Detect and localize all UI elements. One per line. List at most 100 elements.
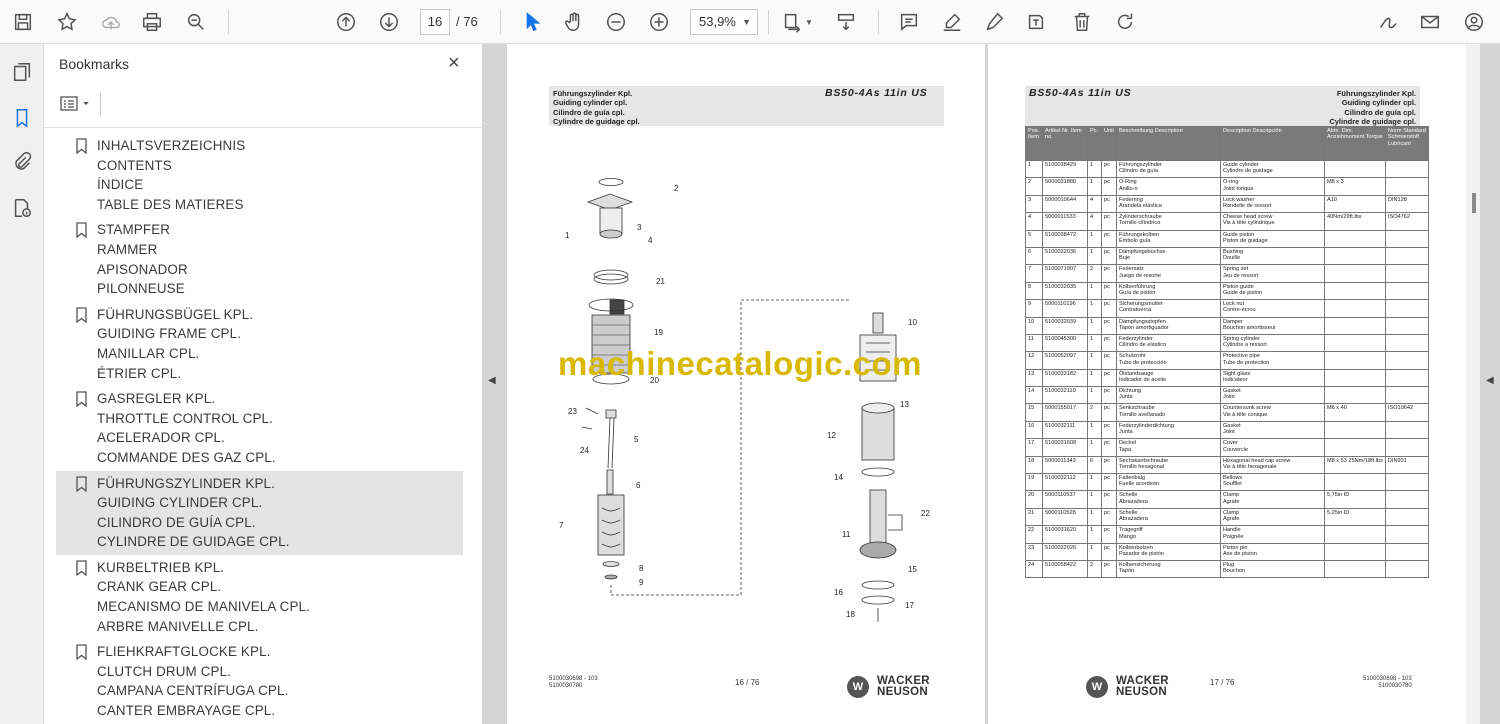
find-icon[interactable] xyxy=(182,8,210,36)
column-header: Pc. xyxy=(1087,126,1102,161)
cell-text: 5000110528 xyxy=(1045,509,1076,516)
zoom-in-icon[interactable] xyxy=(645,8,673,36)
cell-text: Cylindre de guidage xyxy=(1222,168,1273,175)
hand-tool-icon[interactable] xyxy=(560,8,588,36)
email-icon[interactable] xyxy=(1416,8,1444,36)
bookmark-options-button[interactable] xyxy=(58,92,98,116)
cell-text: 1 xyxy=(1090,440,1094,447)
cell-text: Tornillo avellanado xyxy=(1118,411,1166,418)
cell-text: Agrafe xyxy=(1222,498,1240,505)
chevron-down-icon[interactable]: ▼ xyxy=(802,8,816,36)
cell-text: ISO10642 xyxy=(1387,405,1414,412)
print-icon[interactable] xyxy=(138,8,166,36)
document-info-icon[interactable] xyxy=(8,194,36,222)
table-cell: 5100045300 xyxy=(1042,333,1088,353)
table-cell: Kolbenbolzen Pasador de pistón xyxy=(1115,542,1221,561)
delete-icon[interactable] xyxy=(1068,8,1096,36)
column-header: Pos. Item xyxy=(1025,126,1043,161)
bookmark-item[interactable]: FÜHRUNGSZYLINDER KPL. GUIDING CYLINDER CP… xyxy=(56,470,463,555)
table-cell: pc xyxy=(1101,403,1117,422)
collapse-left-icon[interactable]: ◀ xyxy=(488,375,496,386)
page-number-input[interactable]: 16 xyxy=(420,9,450,35)
table-cell: Deckel Tapa xyxy=(1115,438,1221,457)
header-line: Cylindre de guidage cpl. xyxy=(1329,116,1416,126)
bookmark-item[interactable]: STAMPFER RAMMER APISONADOR PILONNEUSE xyxy=(56,217,463,301)
callout-number: 7 xyxy=(559,521,564,530)
save-icon[interactable] xyxy=(9,8,37,36)
zoom-select[interactable]: 53,9% ▼ xyxy=(690,9,758,35)
footer-codes: 5100030698 - 103 5100030780 xyxy=(549,676,598,690)
callout-number: 21 xyxy=(656,277,665,286)
bookmark-label: MANILLAR CPL. xyxy=(97,345,200,361)
cell-text: pc xyxy=(1104,353,1110,360)
account-icon[interactable] xyxy=(1460,8,1488,36)
table-cell: 5100032035 xyxy=(1042,281,1088,301)
cell-text: pc xyxy=(1104,214,1110,221)
bookmark-label: GUIDING FRAME CPL. xyxy=(97,326,242,342)
table-cell: pc xyxy=(1101,333,1117,353)
table-cell xyxy=(1323,420,1386,440)
sign-icon[interactable] xyxy=(1374,8,1402,36)
parts-table: Pos. Item Artikel Nr. Item no. Pc. Unit Besc… xyxy=(1025,126,1429,579)
comment-icon[interactable] xyxy=(895,8,923,36)
collapse-right-icon[interactable]: ◀ xyxy=(1486,375,1494,386)
table-cell: 1 xyxy=(1087,281,1102,301)
zoom-out-icon[interactable] xyxy=(602,8,630,36)
table-cell: Federring Arandela elástica xyxy=(1115,194,1221,214)
bookmark-star-icon[interactable] xyxy=(53,8,81,36)
bookmark-item[interactable]: FLIEHKRAFTGLOCKE KPL. CLUTCH DRUM CPL. CAM… xyxy=(56,639,463,723)
bookmark-item[interactable]: GASREGLER KPL. THROTTLE CONTROL CPL. ACELE… xyxy=(56,386,463,470)
close-icon[interactable]: × xyxy=(448,52,460,75)
cloud-upload-icon[interactable] xyxy=(97,8,125,36)
table-cell: 1 xyxy=(1087,542,1102,561)
redo-icon[interactable] xyxy=(1111,8,1139,36)
table-cell: Bushing Douille xyxy=(1219,246,1325,266)
table-row: 6 5100032036 1 pc Dämpfungsbüchse Buje Bushing… xyxy=(1025,246,1429,266)
cell-text: A10 xyxy=(1326,196,1337,203)
cell-text: 5100052097 xyxy=(1045,353,1077,360)
column-header: Beschreibung Description xyxy=(1115,126,1221,161)
cell-text: 22 xyxy=(1028,527,1035,534)
select-cursor-icon[interactable] xyxy=(518,8,546,36)
draw-pen-icon[interactable] xyxy=(980,8,1008,36)
table-cell xyxy=(1323,525,1386,544)
document-scrollbar[interactable] xyxy=(1466,44,1480,724)
cell-text: 1 xyxy=(1090,335,1094,342)
table-cell: 5100031620 xyxy=(1042,525,1088,544)
attachments-icon[interactable] xyxy=(8,148,36,176)
bookmark-label: FÜHRUNGSZYLINDER KPL. xyxy=(97,475,275,491)
table-cell: 1 xyxy=(1087,299,1102,318)
table-cell xyxy=(1323,316,1386,335)
cell-text: 1 xyxy=(1090,248,1094,255)
previous-page-icon[interactable] xyxy=(332,8,360,36)
callout-number: 24 xyxy=(580,446,589,455)
cell-text: pc xyxy=(1104,301,1110,308)
bookmark-list: INHALTSVERZEICHNIS CONTENTS ÍNDICE TABLE DE… xyxy=(56,133,463,724)
scrolling-mode-icon[interactable] xyxy=(832,8,860,36)
next-page-icon[interactable] xyxy=(375,8,403,36)
cell-text: 15 xyxy=(1028,405,1035,412)
cell-text: 9 xyxy=(1028,301,1032,308)
cell-text: 3 xyxy=(1028,196,1032,203)
document-scroll-thumb[interactable] xyxy=(1472,193,1476,213)
bookmarks-icon[interactable] xyxy=(8,104,36,132)
cell-text: 5100038429 xyxy=(1045,162,1077,168)
column-header: Abm. Dim. Anziehmoment Torque xyxy=(1323,126,1386,161)
cell-text: pc xyxy=(1104,248,1110,255)
cell-text: Junta xyxy=(1118,429,1133,436)
bookmark-item[interactable]: FÜHRUNGSBÜGEL KPL. GUIDING FRAME CPL. MANI… xyxy=(56,302,463,386)
page-thumbnails-icon[interactable] xyxy=(8,58,36,86)
table-cell: 8 xyxy=(1025,281,1043,301)
cell-text: Tapa xyxy=(1118,446,1132,453)
cell-text: 20 xyxy=(1028,492,1035,499)
text-edit-icon[interactable] xyxy=(1022,8,1050,36)
table-cell: 2 xyxy=(1087,403,1102,422)
bookmark-item[interactable]: KURBELTRIEB KPL. CRANK GEAR CPL. MECANISMO… xyxy=(56,555,463,639)
highlight-pen-icon[interactable] xyxy=(938,8,966,36)
table-cell: 5000110537 xyxy=(1042,490,1088,509)
bookmark-item[interactable]: INHALTSVERZEICHNIS CONTENTS ÍNDICE TABLE DE… xyxy=(56,133,463,217)
bookmark-flag-icon xyxy=(76,560,87,576)
callout-number: 13 xyxy=(900,400,909,409)
table-cell xyxy=(1384,473,1429,492)
bookmark-label: STAMPFER xyxy=(97,222,171,238)
